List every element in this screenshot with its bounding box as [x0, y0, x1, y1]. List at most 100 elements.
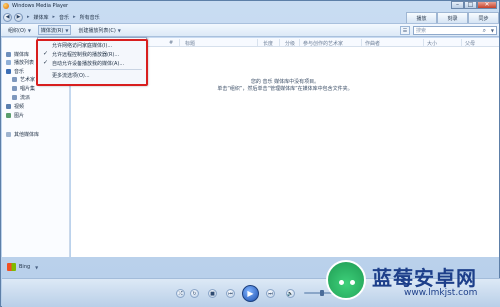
- back-button[interactable]: ◀: [3, 12, 12, 22]
- sidebar-item-label: 其他媒体库: [14, 132, 40, 138]
- sidebar-item-label: 图片: [14, 113, 25, 119]
- view-options-icon[interactable]: ☰: [400, 26, 410, 35]
- column-divider: [361, 39, 362, 46]
- menu-separator: [50, 69, 142, 70]
- sidebar-item-label: 播放列表: [14, 60, 35, 66]
- sidebar-item-label: 视频: [14, 104, 25, 110]
- breadcrumb-separator-icon: ▸: [27, 14, 30, 20]
- volume-slider-thumb[interactable]: [320, 290, 324, 296]
- playlist-icon: [6, 60, 11, 65]
- search-input[interactable]: 搜索 ⌕ ▼: [413, 26, 497, 35]
- minimize-button[interactable]: –: [451, 1, 464, 9]
- top-tabs: 播放 刻录 同步: [406, 12, 499, 23]
- menu-item-label: 允许网络访问家庭媒体(I)...: [52, 43, 113, 49]
- menu-item-more-streaming-options[interactable]: 更多流选项(O)...: [52, 72, 90, 79]
- column-divider: [299, 39, 300, 46]
- menu-item-label: 允许远程控制我的播放器(R)...: [52, 52, 120, 58]
- menu-item-label: 自动允许设备播放我的媒体(A)...: [52, 61, 125, 67]
- sidebar-item-genre[interactable]: 流派: [12, 94, 30, 101]
- empty-message-line2: 单击“组织”，然后单击“管理媒体库”在媒体库中包含文件夹。: [217, 86, 353, 92]
- library-icon: [6, 52, 11, 57]
- breadcrumb-library[interactable]: 媒体库: [34, 14, 49, 21]
- create-playlist-label: 创建播放列表(C): [78, 27, 116, 34]
- repeat-icon[interactable]: ↻: [190, 289, 199, 298]
- sidebar-item-album[interactable]: 唱片集: [12, 85, 35, 92]
- chevron-down-icon: ▼: [117, 27, 121, 33]
- column-divider: [257, 39, 258, 46]
- shuffle-icon[interactable]: ⤮: [176, 289, 185, 298]
- watermark-url: www.lmkjst.com: [404, 288, 478, 298]
- chevron-down-icon: ▼: [65, 27, 69, 33]
- organize-label: 组织(O): [8, 27, 26, 34]
- sidebar-item-video[interactable]: 视频: [6, 103, 24, 110]
- stream-label: 媒体流(R): [40, 27, 64, 34]
- next-icon[interactable]: ⏭: [266, 289, 275, 298]
- column-header[interactable]: 长度: [263, 40, 273, 47]
- breadcrumb-separator-icon: ▸: [52, 14, 56, 20]
- wmp-window: Windows Media Player – □ ✕ ◀ ▶ ▸ 媒体库 ▸ 音…: [0, 0, 500, 307]
- stream-dropdown-menu: 允许网络访问家庭媒体(I)... ✓ 允许远程控制我的播放器(R)... ✓ 自…: [37, 37, 147, 85]
- breadcrumb-all-music[interactable]: 所有音乐: [80, 14, 100, 21]
- search-icon[interactable]: ⌕: [483, 27, 486, 35]
- sidebar-item-label: 艺术家: [20, 77, 36, 83]
- window-title: Windows Media Player: [12, 3, 69, 9]
- other-library-icon: [6, 132, 11, 137]
- forward-button[interactable]: ▶: [14, 12, 23, 22]
- column-header[interactable]: 标题: [185, 40, 195, 47]
- android-eye-icon: [350, 280, 355, 285]
- menu-item-label: 更多流选项(O)...: [52, 73, 90, 79]
- genre-icon: [12, 95, 17, 100]
- stop-icon[interactable]: ■: [208, 289, 217, 298]
- chevron-down-icon: ▼: [27, 27, 31, 33]
- column-header[interactable]: 作曲者: [365, 40, 380, 47]
- column-divider: [423, 39, 424, 46]
- column-header[interactable]: 大小: [427, 40, 437, 47]
- checkmark-icon: ✓: [43, 50, 49, 57]
- menu-item-allow-remote-control[interactable]: ✓ 允许远程控制我的播放器(R)...: [43, 51, 120, 59]
- play-button[interactable]: ▶: [242, 285, 259, 302]
- mute-icon[interactable]: 🔈: [286, 289, 295, 298]
- bing-search[interactable]: Bing ▼: [7, 263, 38, 271]
- toolbar-right: ☰ 搜索 ⌕ ▼: [400, 26, 497, 35]
- picture-icon: [6, 113, 11, 118]
- tab-sync[interactable]: 同步: [468, 12, 499, 23]
- video-icon: [6, 104, 11, 109]
- artist-icon: [12, 77, 17, 82]
- chevron-down-icon: ▼: [35, 264, 39, 270]
- organize-button[interactable]: 组织(O) ▼: [6, 25, 33, 35]
- watermark: 蓝莓安卓网 www.lmkjst.com: [326, 256, 498, 306]
- create-playlist-button[interactable]: 创建播放列表(C) ▼: [76, 25, 122, 35]
- column-header[interactable]: 参与创作的艺术家: [303, 40, 343, 47]
- empty-library-message: 您的 音乐 媒体库中没有项目。 单击“组织”，然后单击“管理媒体库”在媒体库中包…: [205, 79, 365, 93]
- menu-item-allow-internet-access[interactable]: 允许网络访问家庭媒体(I)...: [52, 42, 112, 49]
- sidebar-item-other-libraries[interactable]: 其他媒体库: [6, 131, 39, 138]
- column-divider: [461, 39, 462, 46]
- stream-button[interactable]: 媒体流(R) ▼: [37, 25, 72, 35]
- music-icon: [6, 69, 11, 74]
- column-divider: [179, 39, 180, 46]
- column-header[interactable]: #: [169, 40, 173, 46]
- tab-play[interactable]: 播放: [406, 12, 437, 23]
- sidebar-item-library[interactable]: 媒体库: [6, 51, 29, 58]
- previous-icon[interactable]: ⏮: [226, 289, 235, 298]
- column-header[interactable]: 分级: [285, 40, 295, 47]
- breadcrumb-music[interactable]: 音乐: [59, 14, 69, 21]
- sidebar-item-playlists[interactable]: 播放列表: [6, 59, 34, 66]
- album-icon: [12, 86, 17, 91]
- sidebar-item-pictures[interactable]: 图片: [6, 112, 24, 119]
- column-header[interactable]: 父母: [465, 40, 475, 47]
- chevron-down-icon[interactable]: ▼: [491, 27, 494, 35]
- breadcrumb: ▸ 媒体库 ▸ 音乐 ▸ 所有音乐: [27, 14, 100, 21]
- title-bar: Windows Media Player – □ ✕: [1, 1, 499, 11]
- tab-burn[interactable]: 刻录: [437, 12, 468, 23]
- menu-item-auto-allow-devices[interactable]: ✓ 自动允许设备播放我的媒体(A)...: [43, 60, 125, 68]
- close-button[interactable]: ✕: [477, 1, 497, 9]
- watermark-brand: 蓝莓安卓网: [372, 266, 477, 290]
- maximize-button[interactable]: □: [464, 1, 477, 9]
- column-divider: [279, 39, 280, 46]
- android-logo-icon: [326, 260, 366, 300]
- sidebar-item-artist[interactable]: 艺术家: [12, 76, 35, 83]
- sidebar-item-label: 流派: [20, 95, 31, 101]
- wmp-logo-icon: [3, 3, 9, 9]
- sidebar-item-music[interactable]: 音乐: [6, 68, 24, 75]
